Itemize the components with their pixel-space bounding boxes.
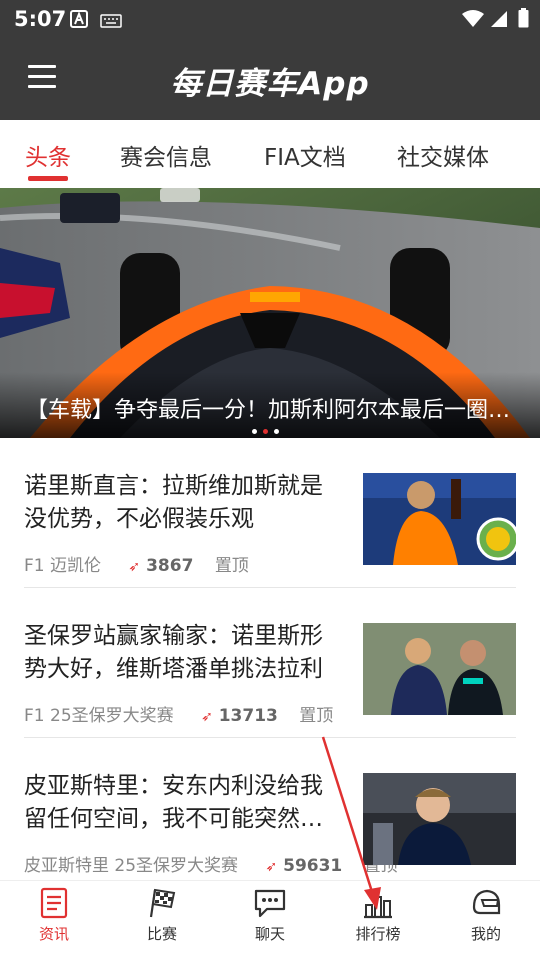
- tab-social-media[interactable]: 社交媒体: [397, 138, 489, 172]
- news-views: 13713: [218, 706, 278, 726]
- app-title: 每日赛车App: [170, 66, 370, 102]
- news-pin-label: 置顶: [299, 706, 334, 726]
- news-meta: F1 迈凯伦 ➶ 3867 置顶: [24, 551, 249, 576]
- leaderboard-chart-icon: [364, 896, 392, 919]
- status-time: 5:07: [14, 7, 67, 31]
- news-source: 25圣保罗大奖赛: [50, 706, 174, 726]
- tab-headlines[interactable]: 头条: [25, 138, 71, 172]
- news-item[interactable]: 诺里斯直言：拉斯维加斯就是没优势，不必假装乐观 F1 迈凯伦 ➶ 3867 置顶: [24, 438, 516, 588]
- news-tag: 皮亚斯特里: [24, 856, 109, 876]
- chat-bubble-icon: [254, 889, 286, 918]
- news-views: 59631: [283, 856, 343, 876]
- checkered-flag-icon: [149, 888, 176, 918]
- featured-banner[interactable]: 【车载】争夺最后一分！加斯利阿尔本最后一圈缠斗: [0, 188, 540, 438]
- news-source: 迈凯伦: [50, 556, 102, 576]
- news-views: 3867: [146, 556, 194, 576]
- tab-event-info[interactable]: 赛会信息: [120, 138, 212, 172]
- news-meta: F1 25圣保罗大奖赛 ➶ 13713 置顶: [24, 701, 333, 726]
- tab-fia-documents[interactable]: FIA文档: [264, 138, 346, 172]
- nav-label: 比赛: [146, 925, 177, 943]
- nav-label: 我的: [470, 925, 501, 943]
- carousel-dot[interactable]: [252, 429, 257, 434]
- nav-chat[interactable]: 聊天: [230, 887, 310, 944]
- nav-profile[interactable]: 我的: [446, 887, 526, 944]
- news-title: 诺里斯直言：拉斯维加斯就是没优势，不必假装乐观: [24, 473, 323, 532]
- views-flame-icon: ➶: [265, 859, 278, 875]
- nav-races[interactable]: 比赛: [122, 887, 202, 944]
- news-item[interactable]: 圣保罗站赢家输家：诺里斯形势大好，维斯塔潘单挑法拉利 F1 25圣保罗大奖赛 ➶…: [24, 588, 516, 738]
- nav-label: 排行榜: [355, 925, 401, 943]
- news-thumbnail: [363, 473, 516, 565]
- nav-label: 聊天: [254, 925, 285, 943]
- news-meta: 皮亚斯特里 25圣保罗大奖赛 ➶ 59631 置顶: [24, 851, 398, 876]
- bottom-navigation: 资讯 比赛 聊天 排行榜 我的: [0, 880, 540, 960]
- wifi-icon: [462, 10, 484, 32]
- news-document-icon: [40, 887, 68, 919]
- news-tag: F1: [24, 706, 45, 726]
- carousel-dot[interactable]: [274, 429, 279, 434]
- nav-leaderboard[interactable]: 排行榜: [338, 887, 418, 944]
- news-item[interactable]: 皮亚斯特里：安东内利没给我留任何空间，我不可能突然消失 皮亚斯特里 25圣保罗大…: [24, 738, 516, 888]
- app-bar: 每日赛车App: [0, 38, 540, 120]
- news-thumbnail: [363, 623, 516, 715]
- news-title: 圣保罗站赢家输家：诺里斯形势大好，维斯塔潘单挑法拉利: [24, 623, 323, 682]
- nav-news[interactable]: 资讯: [14, 887, 94, 944]
- views-flame-icon: ➶: [201, 709, 213, 725]
- views-flame-icon: ➶: [128, 559, 141, 575]
- signal-icon: [490, 10, 508, 32]
- helmet-icon: [472, 889, 501, 915]
- keyboard-icon: [100, 13, 122, 32]
- news-thumbnail: [363, 773, 516, 865]
- news-title: 皮亚斯特里：安东内利没给我留任何空间，我不可能突然消失: [24, 773, 323, 832]
- nav-label: 资讯: [38, 925, 69, 943]
- carousel-dots: [252, 429, 279, 434]
- banner-title: 【车载】争夺最后一分！加斯利阿尔本最后一圈缠斗: [26, 398, 516, 423]
- news-source: 25圣保罗大奖赛: [114, 856, 239, 876]
- status-bar: 5:07: [0, 0, 540, 38]
- battery-icon: [518, 8, 529, 32]
- news-tag: F1: [24, 556, 45, 576]
- keyboard-a-icon: [70, 10, 88, 32]
- tab-active-indicator: [28, 176, 68, 181]
- carousel-dot-active[interactable]: [263, 429, 268, 434]
- category-tabs: 头条 赛会信息 FIA文档 社交媒体: [0, 120, 540, 188]
- news-pin-label: 置顶: [214, 556, 249, 576]
